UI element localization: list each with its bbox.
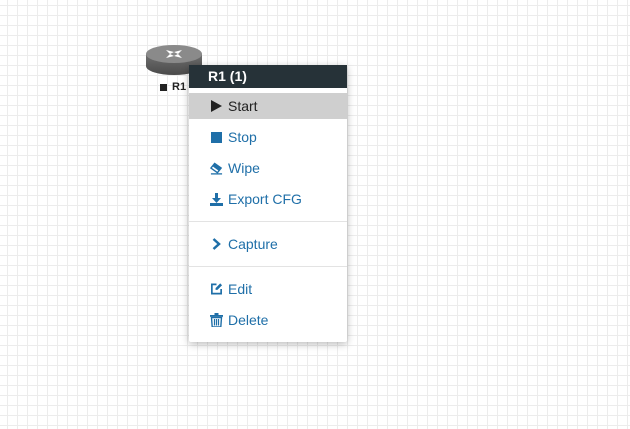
menu-item-export-cfg-label: Export CFG xyxy=(228,191,302,207)
menu-item-wipe-label: Wipe xyxy=(228,160,260,176)
context-menu-title: R1 (1) xyxy=(189,65,347,88)
menu-item-wipe[interactable]: Wipe xyxy=(189,155,347,181)
node-status-icon xyxy=(160,83,167,91)
edit-icon xyxy=(210,282,223,296)
node-name: R1 xyxy=(172,81,187,93)
menu-item-delete-label: Delete xyxy=(228,312,269,328)
menu-item-start-label: Start xyxy=(228,98,258,114)
eraser-icon xyxy=(210,161,223,175)
context-menu: R1 (1) Start Stop Wipe Export CFG Captur… xyxy=(189,65,347,342)
play-icon xyxy=(210,99,223,113)
menu-item-edit-label: Edit xyxy=(228,281,253,297)
trash-icon xyxy=(210,313,223,327)
menu-item-capture-label: Capture xyxy=(228,236,278,252)
menu-divider xyxy=(189,266,347,267)
menu-item-export-cfg[interactable]: Export CFG xyxy=(189,186,347,212)
download-icon xyxy=(210,192,223,206)
menu-item-edit[interactable]: Edit xyxy=(189,276,347,302)
menu-divider xyxy=(189,221,347,222)
menu-item-capture[interactable]: Capture xyxy=(189,231,347,257)
menu-item-start[interactable]: Start xyxy=(189,93,347,119)
menu-item-stop[interactable]: Stop xyxy=(189,124,347,150)
menu-item-stop-label: Stop xyxy=(228,129,257,145)
menu-item-delete[interactable]: Delete xyxy=(189,307,347,333)
stop-icon xyxy=(210,130,223,144)
node-label: R1 xyxy=(160,81,186,93)
chevron-right-icon xyxy=(210,237,223,251)
